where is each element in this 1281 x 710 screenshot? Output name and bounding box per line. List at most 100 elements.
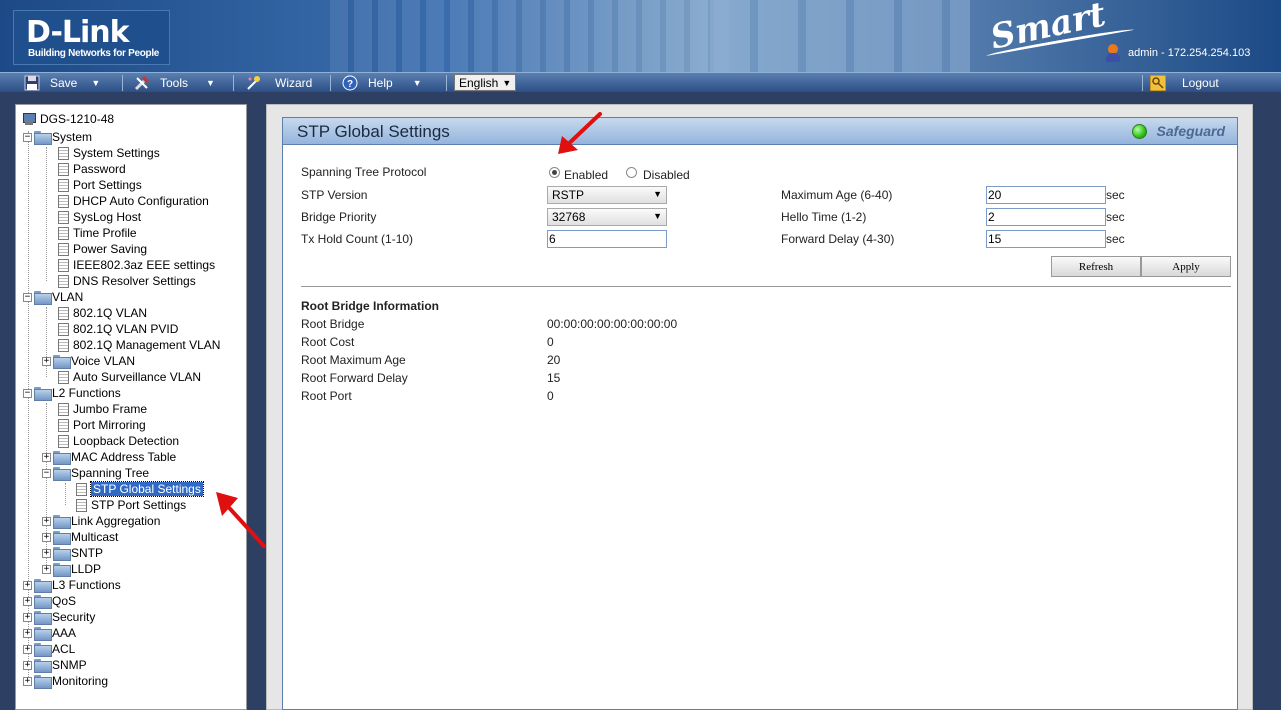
tree-folder-vlan[interactable]: − VLAN (23, 289, 83, 305)
apply-button[interactable]: Apply (1141, 256, 1231, 277)
refresh-button[interactable]: Refresh (1051, 256, 1141, 277)
tree-item[interactable]: 802.1Q Management VLAN (56, 337, 220, 353)
header-banner: D-Link Building Networks for People Smar… (0, 0, 1281, 72)
tree-folder-mac-address-table[interactable]: + MAC Address Table (42, 449, 176, 465)
menu-separator (122, 75, 123, 91)
tools-menu[interactable]: Tools ▼ (134, 73, 215, 93)
chevron-down-icon: ▼ (653, 211, 662, 221)
collapse-icon[interactable]: − (42, 468, 51, 478)
hello-time-input[interactable]: 2 (986, 208, 1106, 226)
tree-folder-label: QoS (52, 594, 77, 608)
page-icon (58, 274, 69, 288)
tree-item[interactable]: 802.1Q VLAN (56, 305, 147, 321)
tree-item[interactable]: DHCP Auto Configuration (56, 193, 209, 209)
tree-folder-voice-vlan[interactable]: + Voice VLAN (42, 353, 135, 369)
brand-name: D-Link (26, 15, 130, 50)
help-menu[interactable]: ? Help ▼ (342, 73, 422, 93)
tree-folder[interactable]: + Security (23, 609, 95, 625)
floppy-icon (24, 75, 40, 91)
tree-item[interactable]: System Settings (56, 145, 160, 161)
tree-item[interactable]: 802.1Q VLAN PVID (56, 321, 178, 337)
tree-folder[interactable]: + SNMP (23, 657, 87, 673)
tree-item-stp-port-settings[interactable]: STP Port Settings (74, 497, 186, 513)
expand-icon[interactable]: + (42, 532, 51, 542)
tx-hold-count-input[interactable]: 6 (547, 230, 667, 248)
tree-folder[interactable]: + AAA (23, 625, 76, 641)
page-icon (58, 402, 69, 416)
tree-folder-label: L3 Functions (52, 578, 121, 592)
page-icon (58, 322, 69, 336)
logout-button[interactable]: Logout (1149, 73, 1219, 93)
tools-icon (134, 75, 150, 91)
wizard-menu[interactable]: Wizard (245, 73, 312, 93)
root-max-age-label: Root Maximum Age (301, 353, 406, 367)
folder-icon (34, 675, 52, 689)
expand-icon[interactable]: + (23, 580, 32, 590)
tree-item[interactable]: DNS Resolver Settings (56, 273, 196, 289)
tree-folder[interactable]: + Link Aggregation (42, 513, 160, 529)
expand-icon[interactable]: + (23, 596, 32, 606)
tree-item-label: IEEE802.3az EEE settings (73, 258, 216, 272)
collapse-icon[interactable]: − (23, 388, 32, 398)
max-age-input[interactable]: 20 (986, 186, 1106, 204)
tree-folder-l2-functions[interactable]: − L2 Functions (23, 385, 121, 401)
collapse-icon[interactable]: − (23, 132, 32, 142)
tree-item-label: STP Port Settings (91, 498, 187, 512)
expand-icon[interactable]: + (42, 548, 51, 558)
tree-folder-system[interactable]: − System (23, 129, 92, 145)
tree-item[interactable]: Jumbo Frame (56, 401, 147, 417)
tree-root-label: DGS-1210-48 (40, 112, 115, 126)
stp-global-settings-panel: STP Global Settings Safeguard Spanning T… (282, 117, 1238, 710)
tree-item[interactable]: Loopback Detection (56, 433, 179, 449)
collapse-icon[interactable]: − (23, 292, 32, 302)
tree-item[interactable]: SysLog Host (56, 209, 141, 225)
tools-label: Tools (160, 76, 189, 90)
expand-icon[interactable]: + (23, 628, 32, 638)
expand-icon[interactable]: + (42, 356, 51, 366)
tree-item[interactable]: Time Profile (56, 225, 137, 241)
chevron-down-icon: ▼ (206, 78, 215, 88)
expand-icon[interactable]: + (23, 676, 32, 686)
tree-folder[interactable]: + QoS (23, 593, 76, 609)
stp-disabled-radio[interactable] (626, 167, 637, 178)
tree-folder[interactable]: + ACL (23, 641, 75, 657)
tree-item-stp-global-settings[interactable]: STP Global Settings (74, 481, 204, 497)
expand-icon[interactable]: + (23, 660, 32, 670)
tree-folder-label: Security (52, 610, 96, 624)
tree-item[interactable]: IEEE802.3az EEE settings (56, 257, 215, 273)
tree-item-label: 802.1Q Management VLAN (73, 338, 221, 352)
expand-icon[interactable]: + (42, 452, 51, 462)
bridge-priority-select[interactable]: 32768 ▼ (547, 208, 667, 226)
switch-device-icon (22, 112, 36, 126)
tree-folder-spanning-tree[interactable]: − Spanning Tree (42, 465, 149, 481)
stp-enabled-radio[interactable] (549, 167, 560, 178)
stp-version-select[interactable]: RSTP ▼ (547, 186, 667, 204)
tree-folder[interactable]: + Multicast (42, 529, 118, 545)
save-menu[interactable]: Save ▼ (24, 73, 100, 93)
tree-item[interactable]: Power Saving (56, 241, 147, 257)
tree-folder[interactable]: + Monitoring (23, 673, 108, 689)
page-icon (58, 306, 69, 320)
expand-icon[interactable]: + (42, 564, 51, 574)
tree-folder[interactable]: + LLDP (42, 561, 101, 577)
tree-item[interactable]: Port Mirroring (56, 417, 146, 433)
tree-folder[interactable]: + L3 Functions (23, 577, 121, 593)
tree-root[interactable]: DGS-1210-48 (22, 111, 114, 127)
tree-folder[interactable]: + SNTP (42, 545, 103, 561)
tree-item[interactable]: Password (56, 161, 126, 177)
menu-separator (1142, 75, 1143, 91)
page-icon (76, 498, 87, 512)
tree-item-label: STP Global Settings (90, 481, 204, 497)
expand-icon[interactable]: + (23, 612, 32, 622)
expand-icon[interactable]: + (23, 644, 32, 654)
page-icon (58, 178, 69, 192)
folder-icon (34, 579, 52, 593)
tree-item[interactable]: Port Settings (56, 177, 142, 193)
forward-delay-input[interactable]: 15 (986, 230, 1106, 248)
expand-icon[interactable]: + (42, 516, 51, 526)
tree-item-label: Loopback Detection (73, 434, 180, 448)
user-info: admin - 172.254.254.103 (1106, 44, 1250, 62)
tree-item[interactable]: Auto Surveillance VLAN (56, 369, 201, 385)
language-select[interactable]: English ▼ (454, 74, 516, 91)
tree-item-label: Password (73, 162, 126, 176)
